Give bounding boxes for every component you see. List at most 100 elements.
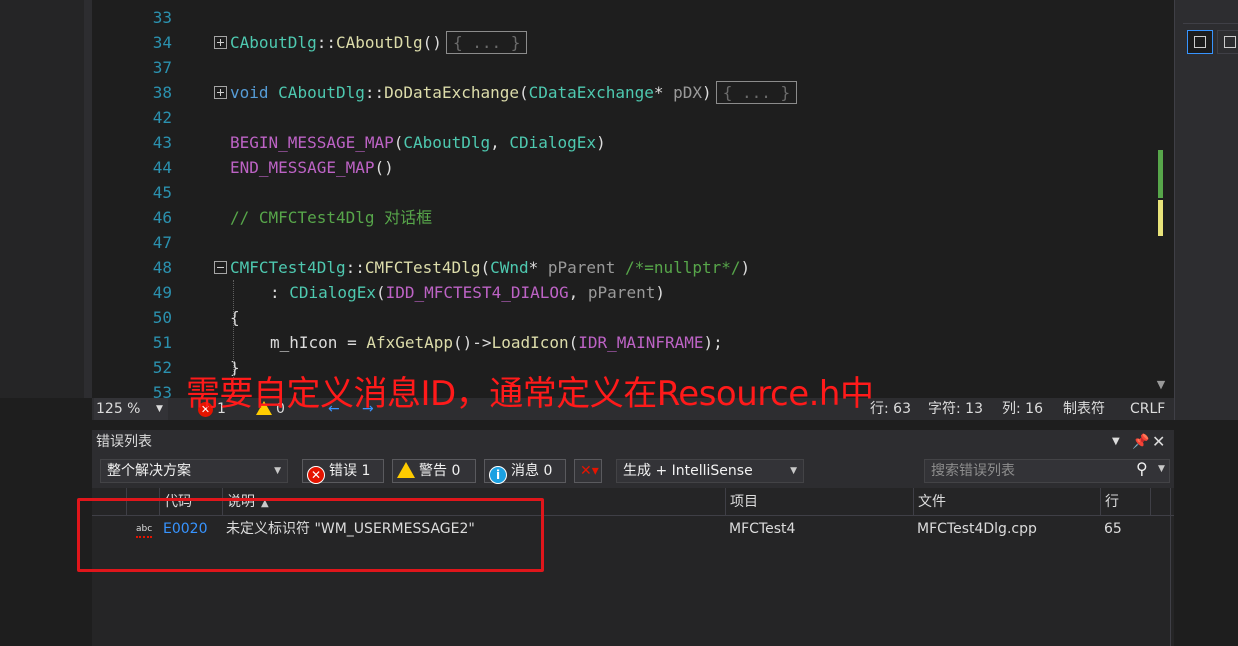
warning-icon <box>397 462 415 478</box>
code-text: : CDialogEx(IDD_MFCTEST4_DIALOG, pParent… <box>270 283 665 302</box>
code-text: // CMFCTest4Dlg 对话框 <box>230 208 433 227</box>
code-line[interactable]: 38 void CAboutDlg::DoDataExchange(CDataEx… <box>92 80 1152 105</box>
line-number: 48 <box>152 258 172 277</box>
code-line[interactable]: 37 <box>92 55 1152 80</box>
scope-value: 整个解决方案 <box>107 463 191 479</box>
editor-left-margin <box>0 0 92 398</box>
line-ending[interactable]: CRLF <box>1130 398 1165 420</box>
code-line[interactable]: 34 CAboutDlg::CAboutDlg(){ ... } <box>92 30 1152 55</box>
code-editor[interactable]: 3334 CAboutDlg::CAboutDlg(){ ... }3738 voi… <box>92 0 1152 398</box>
code-line[interactable]: 51 m_hIcon = AfxGetApp()->LoadIcon(IDR_MA… <box>92 330 1152 355</box>
search-error-list-input[interactable]: 搜索错误列表 <box>924 459 1170 483</box>
code-line[interactable]: 47 <box>92 230 1152 255</box>
messages-filter-button[interactable]: i 消息 0 <box>484 459 566 484</box>
line-number: 47 <box>152 233 172 252</box>
resource-view-icon[interactable] <box>1217 30 1238 54</box>
line-number: 42 <box>152 108 172 127</box>
warnings-filter-button[interactable]: 警告 0 <box>392 459 476 483</box>
expand-icon[interactable] <box>214 36 227 49</box>
clear-filter-icon[interactable]: ✕▾ <box>574 459 602 483</box>
grid-right-border <box>1170 488 1171 646</box>
scope-dropdown[interactable]: 整个解决方案 ▼ <box>100 459 288 483</box>
column-header-filler <box>1150 488 1170 516</box>
warnings-filter-label: 警告 0 <box>419 463 461 479</box>
column-file-label: 文件 <box>918 494 946 510</box>
error-project: MFCTest4 <box>729 521 796 537</box>
red-highlight-box <box>77 498 544 572</box>
search-options-dropdown-icon[interactable]: ▼ <box>1158 464 1165 474</box>
scroll-down-icon[interactable]: ▼ <box>1154 378 1168 392</box>
line-number: 52 <box>152 358 172 377</box>
code-line[interactable]: 49 : CDialogEx(IDD_MFCTEST4_DIALOG, pPare… <box>92 280 1152 305</box>
line-number: 51 <box>152 333 172 352</box>
cursor-char: 字符: 13 <box>928 401 983 417</box>
build-source-dropdown[interactable]: 生成 + IntelliSense ▼ <box>616 459 804 483</box>
code-text: BEGIN_MESSAGE_MAP(CAboutDlg, CDialogEx) <box>230 133 606 152</box>
code-text: CMFCTest4Dlg::CMFCTest4Dlg(CWnd* pParent… <box>230 258 751 277</box>
line-number: 50 <box>152 308 172 327</box>
line-number: 53 <box>152 383 172 398</box>
cursor-line: 行: 63 <box>870 401 911 417</box>
error-list-header: 错误列表 ▼ 📌 ✕ <box>92 430 1174 454</box>
right-tool-panel <box>1174 0 1238 420</box>
code-line[interactable]: 44 END_MESSAGE_MAP() <box>92 155 1152 180</box>
errors-filter-button[interactable]: ✕ 错误 1 <box>302 459 384 484</box>
code-text: m_hIcon = AfxGetApp()->LoadIcon(IDR_MAIN… <box>270 333 723 352</box>
code-text: void CAboutDlg::DoDataExchange(CDataExch… <box>230 80 798 105</box>
collapse-icon[interactable] <box>214 261 227 274</box>
code-line[interactable]: 48 CMFCTest4Dlg::CMFCTest4Dlg(CWnd* pPare… <box>92 255 1152 280</box>
column-header-file[interactable]: 文件 <box>913 488 1100 516</box>
window-position-dropdown-icon[interactable]: ▼ <box>1112 430 1120 454</box>
code-line[interactable]: 46 // CMFCTest4Dlg 对话框 <box>92 205 1152 230</box>
indent-guide <box>233 280 234 380</box>
column-header-line[interactable]: 行 <box>1100 488 1150 516</box>
error-line: 65 <box>1104 521 1122 537</box>
line-number: 33 <box>152 8 172 27</box>
chevron-down-icon: ▼ <box>274 466 281 476</box>
cursor-column: 列: 16 <box>1002 401 1043 417</box>
collapsed-region[interactable]: { ... } <box>445 31 528 54</box>
build-source-value: 生成 + IntelliSense <box>623 463 753 479</box>
column-header-project[interactable]: 项目 <box>725 488 913 516</box>
code-text: END_MESSAGE_MAP() <box>230 158 394 177</box>
scrollbar-modified-marker <box>1158 200 1163 236</box>
line-number: 34 <box>152 33 172 52</box>
error-list-toolbar: 整个解决方案 ▼ ✕ 错误 1 警告 0 i 消息 0 ✕▾ 生成 + Intelli… <box>92 454 1174 488</box>
scrollbar-change-marker <box>1158 150 1163 198</box>
code-line[interactable]: 42 <box>92 105 1152 130</box>
code-line[interactable]: 50 { <box>92 305 1152 330</box>
messages-filter-label: 消息 0 <box>511 463 553 479</box>
line-number: 43 <box>152 133 172 152</box>
class-view-icon[interactable] <box>1187 30 1213 54</box>
line-number: 37 <box>152 58 172 77</box>
collapsed-region[interactable]: { ... } <box>715 81 798 104</box>
pin-icon[interactable]: 📌 <box>1132 430 1149 454</box>
line-number: 44 <box>152 158 172 177</box>
code-text: { <box>230 308 240 327</box>
panel-title: 错误列表 <box>96 434 152 450</box>
line-number: 38 <box>152 83 172 102</box>
zoom-level: 125 % <box>96 401 141 417</box>
line-number: 49 <box>152 283 172 302</box>
line-number: 46 <box>152 208 172 227</box>
info-icon: i <box>489 466 507 484</box>
errors-filter-label: 错误 1 <box>329 463 371 479</box>
line-number: 45 <box>152 183 172 202</box>
error-icon: ✕ <box>307 466 325 484</box>
search-icon[interactable]: ⚲ <box>1136 459 1148 478</box>
code-line[interactable]: 33 <box>92 5 1152 30</box>
code-text: CAboutDlg::CAboutDlg(){ ... } <box>230 30 528 55</box>
column-project-label: 项目 <box>730 494 758 510</box>
expand-icon[interactable] <box>214 86 227 99</box>
code-line[interactable]: 45 <box>92 180 1152 205</box>
column-line-label: 行 <box>1105 494 1119 510</box>
chevron-down-icon: ▼ <box>790 466 797 476</box>
indent-mode[interactable]: 制表符 <box>1063 398 1105 420</box>
editor-vertical-scrollbar[interactable] <box>1152 0 1174 398</box>
close-icon[interactable]: ✕ <box>1152 430 1165 454</box>
zoom-dropdown[interactable]: 125 % ▼ <box>94 398 168 420</box>
red-annotation-text: 需要自定义消息ID，通常定义在Resource.h中 <box>186 374 874 414</box>
error-file: MFCTest4Dlg.cpp <box>917 521 1037 537</box>
chevron-down-icon: ▼ <box>156 404 163 414</box>
code-line[interactable]: 43 BEGIN_MESSAGE_MAP(CAboutDlg, CDialogEx… <box>92 130 1152 155</box>
